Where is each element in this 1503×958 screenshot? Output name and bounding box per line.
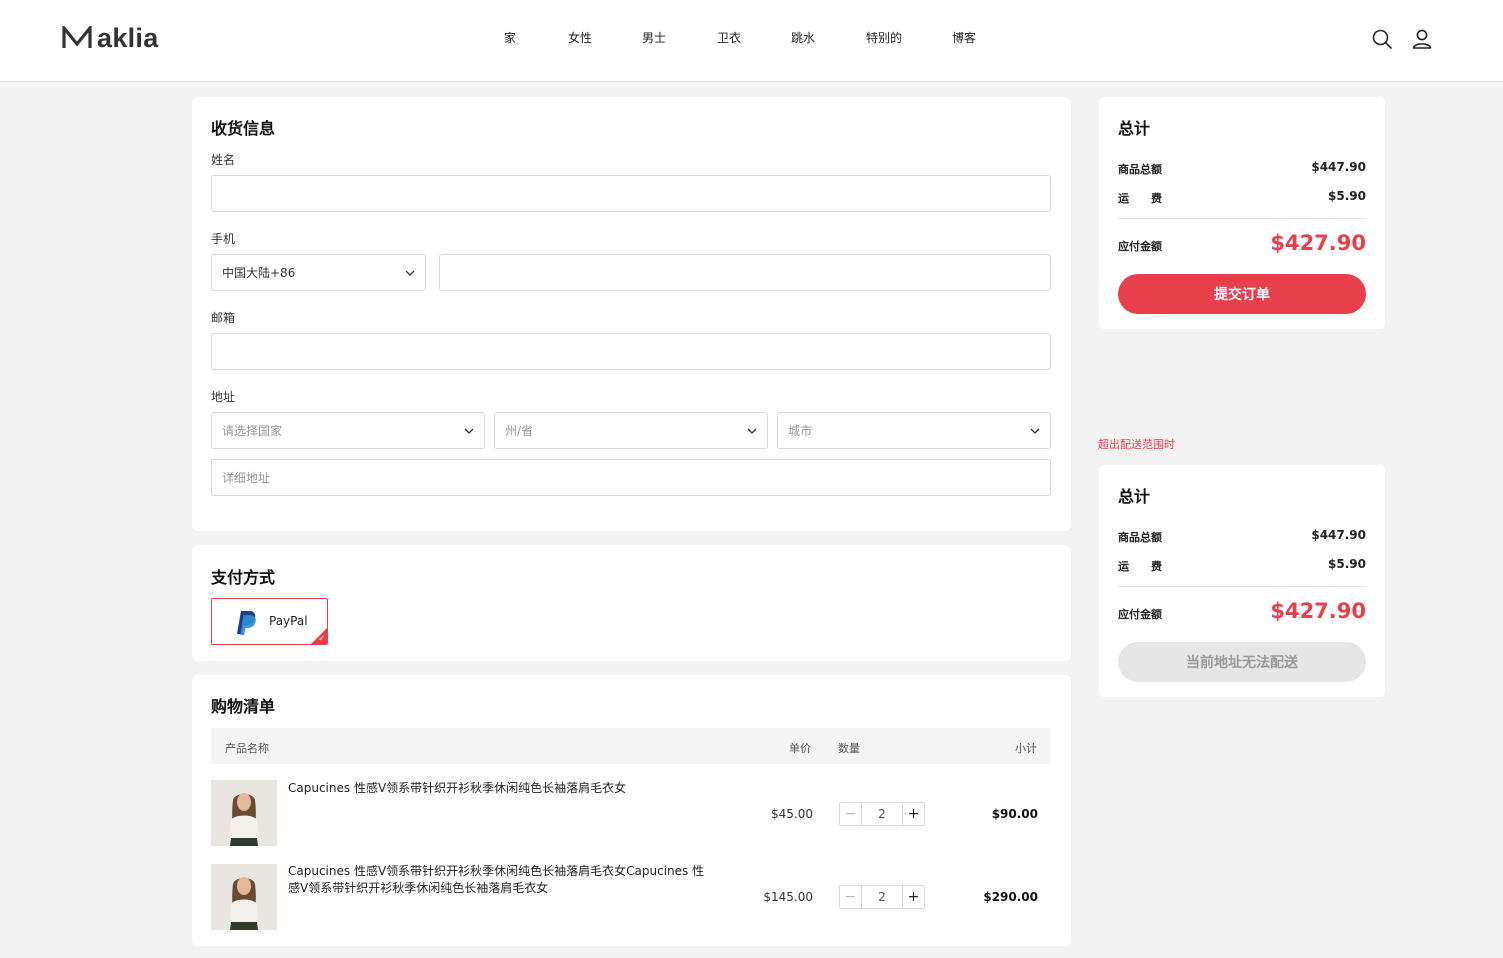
city-placeholder: 城市: [788, 424, 813, 438]
address-detail-field[interactable]: 详细地址: [211, 459, 1051, 496]
nav-item-diving[interactable]: 跳水: [791, 29, 815, 46]
increment-button[interactable]: +: [902, 886, 924, 908]
country-select[interactable]: 请选择国家: [211, 412, 485, 449]
summary-divider: [1118, 218, 1366, 219]
cart-table-header: 产品名称 单价 数量 小计: [211, 728, 1051, 764]
city-select[interactable]: 城市: [777, 412, 1051, 449]
email-label: 邮箱: [211, 311, 236, 325]
goods-total-label: 商品总额: [1118, 163, 1162, 176]
phone-label: 手机: [211, 232, 236, 246]
chevron-down-icon: [405, 270, 415, 276]
check-icon: ✓: [318, 634, 325, 643]
submit-order-button[interactable]: 提交订单: [1118, 274, 1366, 314]
undeliverable-button[interactable]: 当前地址无法配送: [1118, 642, 1366, 682]
line-subtotal: $90.00: [991, 807, 1038, 821]
phone-region-select[interactable]: 中国大陆+86: [211, 254, 426, 291]
shipping-fee-value: $5.90: [1328, 189, 1366, 203]
chevron-down-icon: [464, 428, 474, 434]
goods-total-value: $447.90: [1311, 528, 1366, 542]
amount-due-value: $427.90: [1270, 599, 1366, 623]
cart-title: 购物清单: [211, 697, 276, 716]
name-label: 姓名: [211, 153, 236, 167]
phone-field[interactable]: [439, 254, 1051, 291]
quantity-stepper: − 2 +: [839, 885, 925, 909]
shipping-fee-label: 运 费: [1118, 192, 1162, 205]
address-detail-placeholder: 详细地址: [222, 471, 271, 485]
summary-divider: [1118, 586, 1366, 587]
header-subtotal: 小计: [1015, 742, 1037, 755]
email-field[interactable]: [211, 333, 1051, 370]
goods-total-label: 商品总额: [1118, 531, 1162, 544]
chevron-down-icon: [1030, 428, 1040, 434]
product-image[interactable]: [211, 864, 277, 930]
nav-item-hoodies[interactable]: 卫衣: [717, 29, 741, 46]
amount-due-value: $427.90: [1270, 231, 1366, 255]
name-field[interactable]: [211, 175, 1051, 212]
country-placeholder: 请选择国家: [222, 424, 283, 438]
unit-price: $145.00: [763, 890, 813, 904]
summary-title: 总计: [1118, 487, 1151, 506]
product-name[interactable]: Capucines 性感V领系带针织开衫秋季休闲纯色长袖落肩毛衣女: [288, 780, 708, 797]
shipping-fee-label: 运 费: [1118, 560, 1162, 573]
shipping-title: 收货信息: [211, 119, 276, 138]
site-header: aklia 家 女性 男士 卫衣 跳水 特别的 博客: [0, 0, 1503, 82]
nav-item-men[interactable]: 男士: [642, 29, 666, 46]
unit-price: $45.00: [771, 807, 813, 821]
payment-title: 支付方式: [211, 568, 276, 587]
header-price: 单价: [789, 742, 811, 755]
out-of-range-note: 超出配送范围时: [1098, 438, 1175, 451]
product-image[interactable]: [211, 780, 277, 846]
nav-item-blog[interactable]: 博客: [952, 29, 976, 46]
summary-title: 总计: [1118, 119, 1151, 138]
user-icon[interactable]: [1411, 28, 1433, 50]
chevron-down-icon: [747, 428, 757, 434]
shipping-fee-value: $5.90: [1328, 557, 1366, 571]
address-label: 地址: [211, 390, 236, 404]
search-icon[interactable]: [1371, 28, 1393, 50]
header-qty: 数量: [838, 742, 860, 755]
paypal-icon: [237, 611, 256, 635]
state-placeholder: 州/省: [505, 424, 534, 438]
nav-item-home[interactable]: 家: [504, 29, 516, 46]
header-product: 产品名称: [225, 742, 269, 755]
product-name[interactable]: Capucines 性感V领系带针织开衫秋季休闲纯色长袖落肩毛衣女Capucin…: [288, 863, 708, 897]
quantity-value[interactable]: 2: [862, 803, 902, 825]
goods-total-value: $447.90: [1311, 160, 1366, 174]
amount-due-label: 应付金额: [1118, 240, 1162, 253]
decrement-button[interactable]: −: [840, 803, 862, 825]
quantity-value[interactable]: 2: [862, 886, 902, 908]
line-subtotal: $290.00: [983, 890, 1038, 904]
nav-item-special[interactable]: 特别的: [866, 29, 902, 46]
state-select[interactable]: 州/省: [494, 412, 768, 449]
decrement-button[interactable]: −: [840, 886, 862, 908]
nav-item-women[interactable]: 女性: [568, 29, 592, 46]
increment-button[interactable]: +: [902, 803, 924, 825]
paypal-label: PayPal: [269, 614, 308, 628]
paypal-option[interactable]: PayPal ✓: [211, 598, 328, 645]
phone-region-value: 中国大陆+86: [222, 266, 296, 280]
quantity-stepper: − 2 +: [839, 802, 925, 826]
amount-due-label: 应付金额: [1118, 608, 1162, 621]
main-nav: 家 女性 男士 卫衣 跳水 特别的 博客: [0, 29, 1503, 49]
